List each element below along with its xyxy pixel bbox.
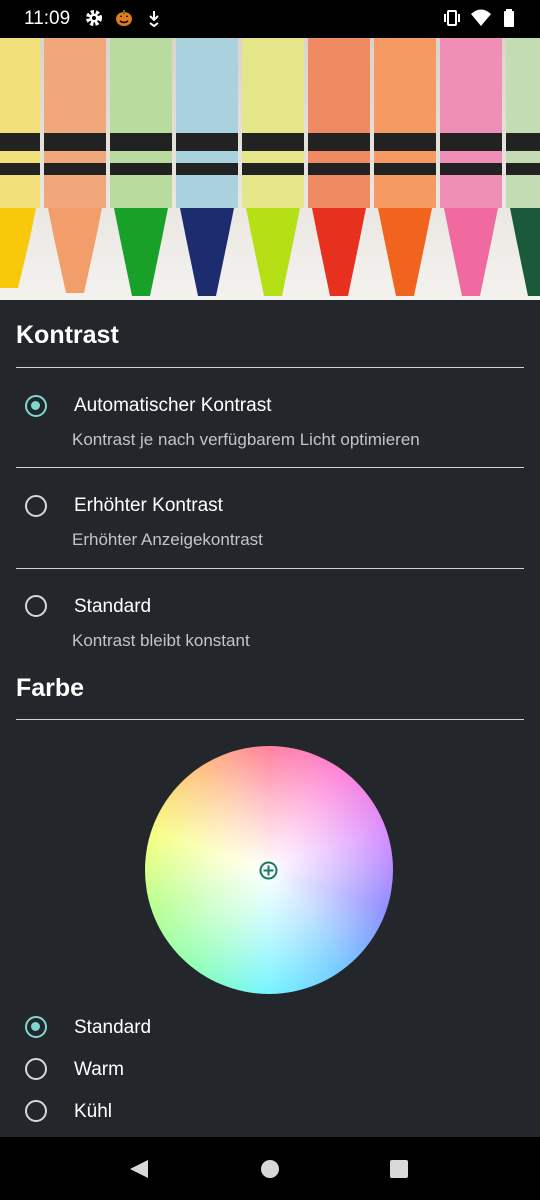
option-subtitle: Kontrast je nach verfügbarem Licht optim… [72, 430, 420, 449]
color-wheel[interactable] [145, 746, 393, 994]
crayons-image [0, 38, 540, 300]
radio-button[interactable] [25, 595, 47, 617]
option-subtitle: Kontrast bleibt konstant [72, 631, 250, 650]
radio-button-checked[interactable] [25, 395, 47, 417]
divider [16, 467, 524, 468]
battery-icon [504, 9, 514, 27]
kontrast-section-title: Kontrast [16, 321, 119, 349]
radio-button[interactable] [25, 1058, 47, 1080]
option-label: Erhöhter Kontrast [74, 495, 223, 516]
radio-button[interactable] [25, 1100, 47, 1122]
status-bar: 11:09 [0, 0, 540, 38]
divider [16, 568, 524, 569]
download-icon [149, 11, 159, 28]
pumpkin-icon [116, 10, 132, 26]
back-icon[interactable] [128, 1158, 150, 1180]
status-time: 11:09 [24, 8, 71, 29]
option-label: Standard [74, 1017, 152, 1038]
navigation-bar [0, 1137, 540, 1200]
option-label: Automatischer Kontrast [74, 395, 272, 416]
option-label: Standard [74, 596, 152, 617]
crayons-header-image [0, 38, 540, 300]
option-label: Warm [74, 1059, 124, 1080]
divider [16, 367, 524, 368]
divider [16, 719, 524, 720]
option-label: Kühl [74, 1101, 113, 1122]
radio-button-checked[interactable] [25, 1016, 47, 1038]
color-picker-marker-icon[interactable] [259, 861, 278, 880]
gear-icon [86, 10, 102, 26]
wifi-icon [471, 9, 491, 26]
option-subtitle: Erhöhter Anzeigekontrast [72, 530, 263, 549]
home-icon[interactable] [260, 1159, 280, 1179]
vibrate-icon [444, 10, 460, 26]
recents-icon[interactable] [389, 1159, 409, 1179]
radio-button[interactable] [25, 495, 47, 517]
farbe-section-title: Farbe [16, 674, 85, 702]
